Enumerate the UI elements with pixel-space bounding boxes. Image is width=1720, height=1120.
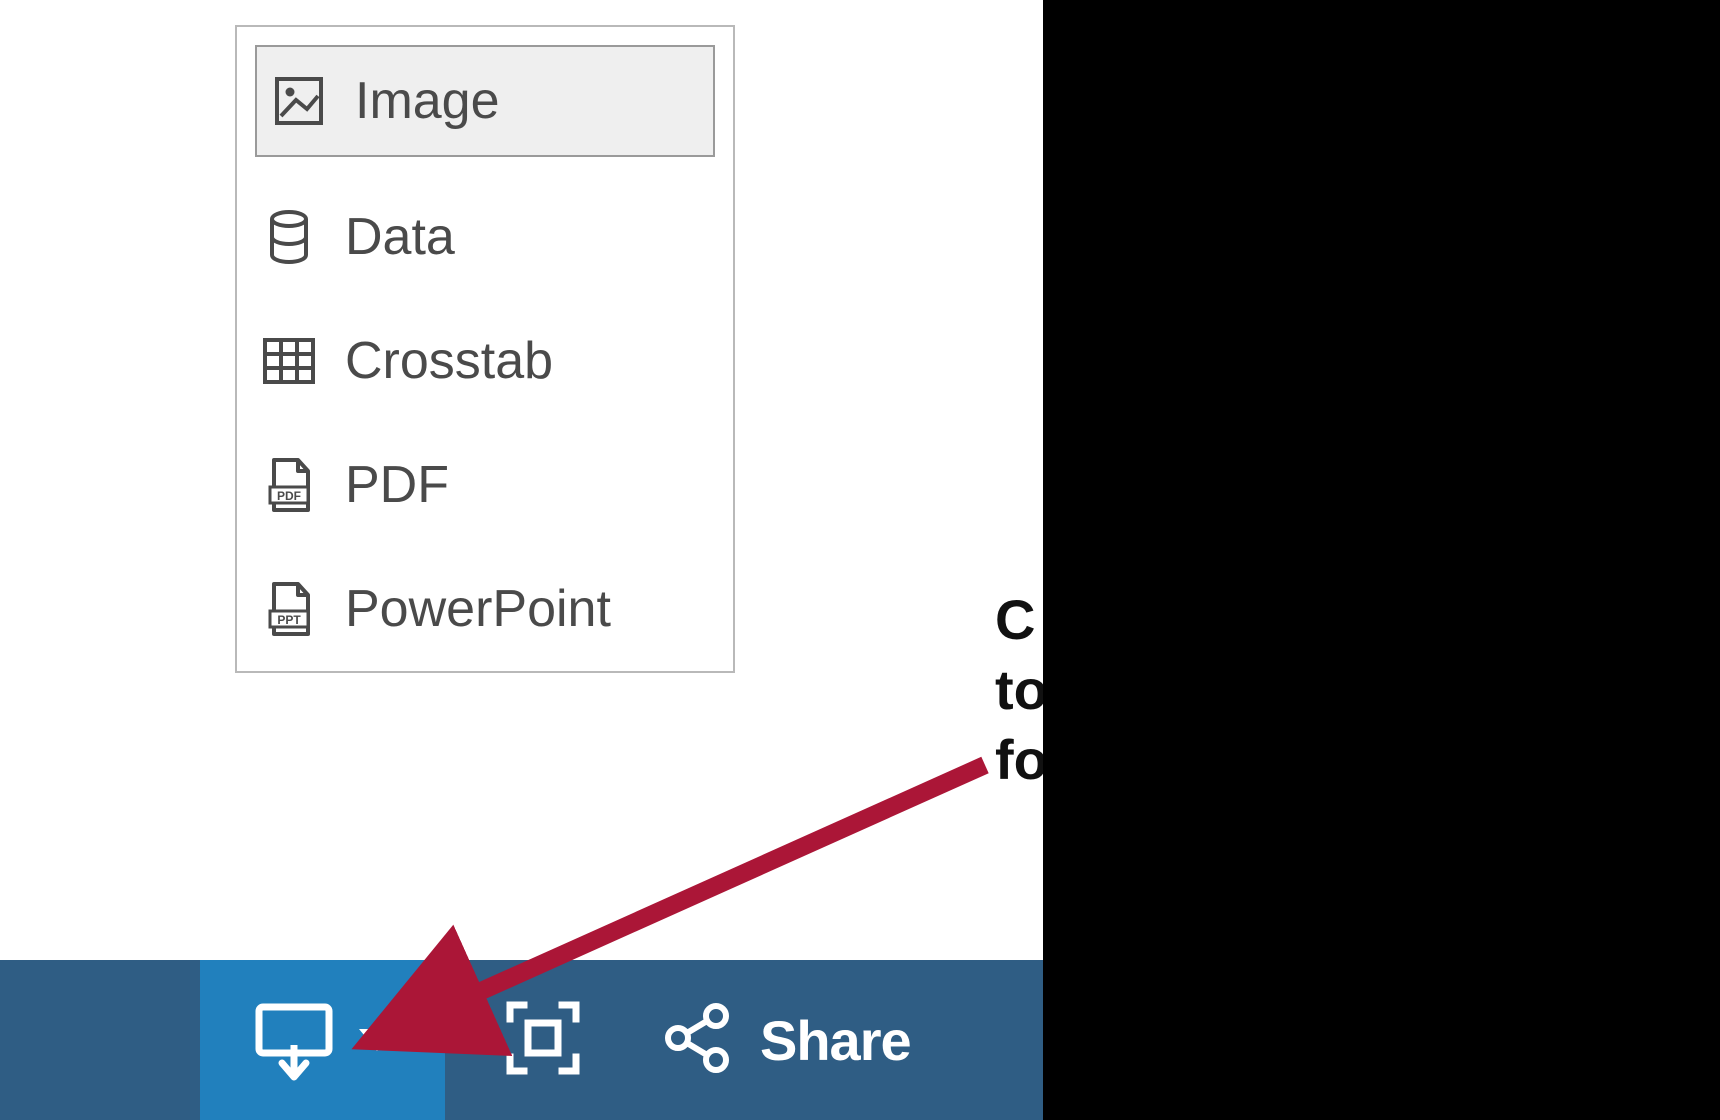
image-icon (271, 73, 327, 129)
download-menu: Image Data Cro (235, 25, 735, 673)
menu-item-data[interactable]: Data (237, 175, 733, 299)
download-button[interactable] (200, 960, 445, 1120)
menu-item-label: Image (355, 71, 500, 131)
data-icon (261, 209, 317, 265)
powerpoint-icon: PPT (261, 581, 317, 637)
share-icon (658, 998, 738, 1083)
menu-item-label: Crosstab (345, 331, 553, 391)
menu-item-pdf[interactable]: PDF PDF (237, 423, 733, 547)
app-area: Image Data Cro (0, 0, 1043, 1120)
chevron-down-icon (359, 1029, 395, 1051)
pdf-icon: PDF (261, 457, 317, 513)
menu-item-powerpoint[interactable]: PPT PowerPoint (237, 547, 733, 671)
share-button[interactable]: Share (640, 960, 1043, 1120)
menu-item-crosstab[interactable]: Crosstab (237, 299, 733, 423)
svg-text:PPT: PPT (277, 613, 301, 627)
menu-item-label: PDF (345, 455, 449, 515)
menu-item-label: PowerPoint (345, 579, 611, 639)
menu-item-image[interactable]: Image (255, 45, 715, 157)
fullscreen-button[interactable] (445, 960, 640, 1120)
svg-text:PDF: PDF (277, 489, 301, 503)
crosstab-icon (261, 333, 317, 389)
fullscreen-icon (502, 997, 584, 1084)
right-mask (1043, 0, 1720, 1120)
download-icon (251, 995, 337, 1086)
bottom-toolbar: Share (0, 960, 1043, 1120)
menu-item-label: Data (345, 207, 455, 267)
toolbar-spacer (0, 960, 200, 1120)
share-label: Share (760, 1008, 911, 1073)
